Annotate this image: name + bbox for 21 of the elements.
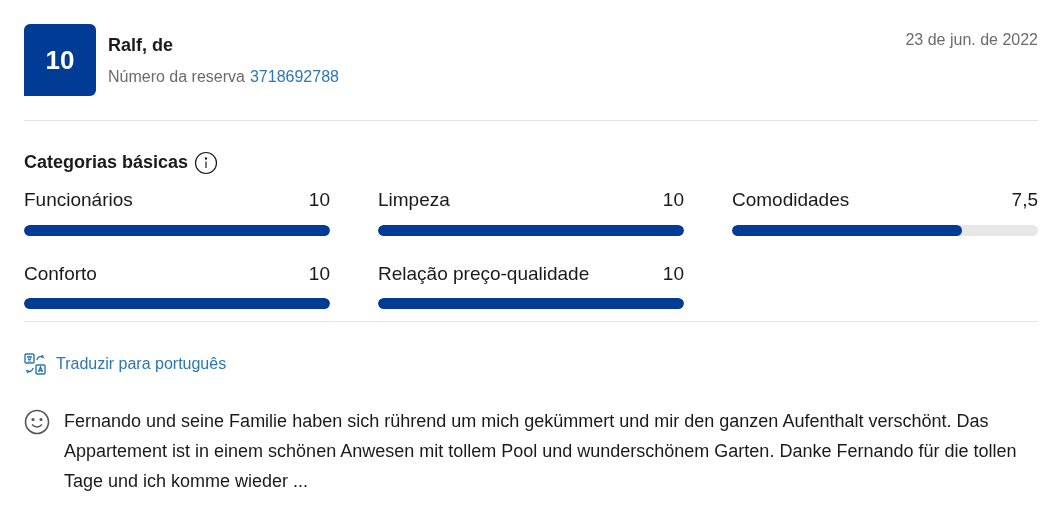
category-name: Conforto xyxy=(24,261,97,286)
translate-link[interactable]: Traduzir para português xyxy=(24,352,227,376)
translate-icon xyxy=(24,353,46,375)
category-name: Relação preço-qualidade xyxy=(378,261,590,286)
category-score: 10 xyxy=(662,261,684,286)
booking-number: 3718692788 xyxy=(249,66,339,87)
review-text: Fernando und seine Familie haben sich rührend um mich gekümmert und mir den ganzen Aufenthalt verschönt. Das Appartement ist in einem schönen Anwesen mit tollem Pool und wunderschönem Garten. Danke Fernando für die tollen Tage und ich komme wieder ... xyxy=(64,410,1018,493)
booking-label: Número da reserva xyxy=(108,66,245,87)
smiley-icon xyxy=(24,409,50,435)
category-score: 10 xyxy=(308,261,330,286)
score-badge: 10 xyxy=(24,24,96,96)
review-date: 23 de jun. de 2022 xyxy=(905,30,1038,50)
category-score: 10 xyxy=(662,188,684,212)
reviewer-name: Ralf, de xyxy=(108,33,174,57)
info-icon[interactable] xyxy=(194,150,219,175)
category-score: 7,5 xyxy=(1011,188,1038,212)
category-name: Funcionários xyxy=(24,188,133,212)
category-name: Comodidades xyxy=(732,188,850,212)
section-title: Categorias básicas xyxy=(24,151,189,174)
category-name: Limpeza xyxy=(378,188,450,212)
category-score: 10 xyxy=(308,188,330,212)
